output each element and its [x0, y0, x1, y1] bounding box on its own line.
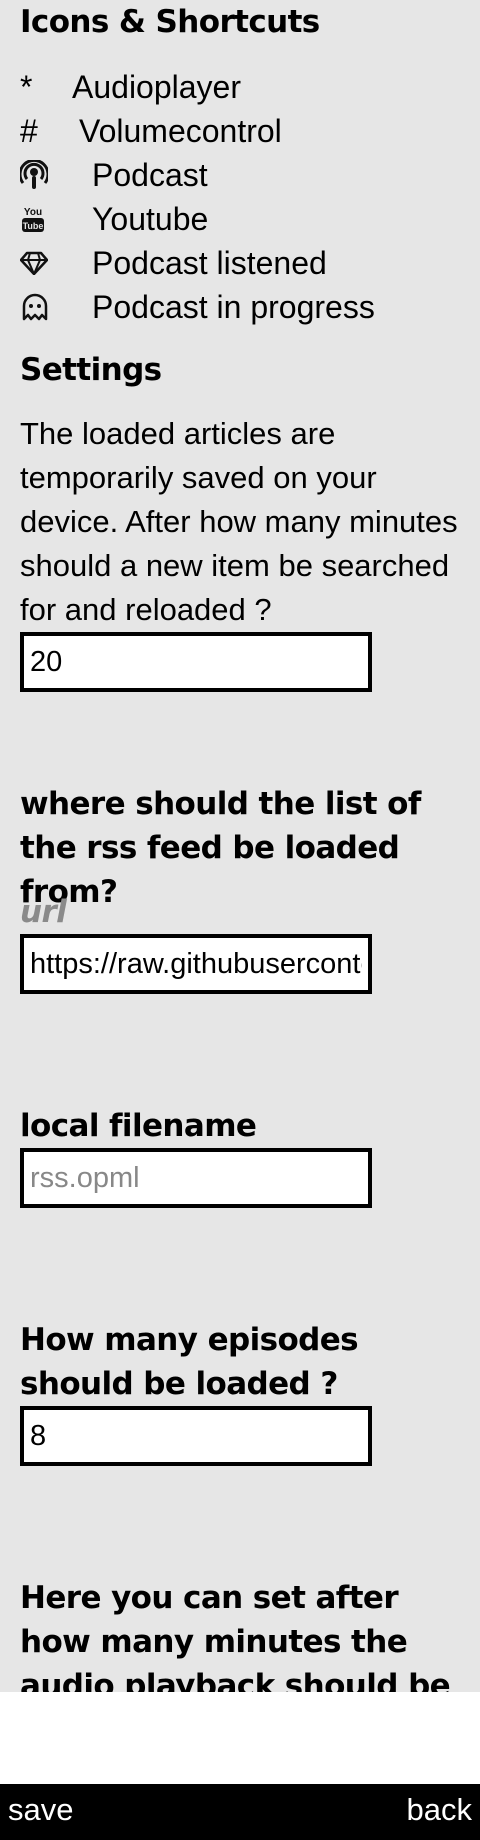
icons-section-title: Icons & Shortcuts — [20, 4, 320, 40]
save-button[interactable]: save — [8, 1792, 73, 1828]
shortcut-label: Audioplayer — [72, 68, 241, 105]
reload-description: The loaded articles are temporarily save… — [20, 416, 458, 627]
url-label: url — [20, 894, 67, 930]
asterisk-symbol: * — [20, 68, 33, 105]
settings-title: Settings — [20, 352, 162, 388]
rss-url-input[interactable] — [20, 934, 372, 994]
footer-bar: save back — [0, 1784, 480, 1840]
youtube-icon: You Tube — [20, 205, 92, 233]
rss-source-label: where should the list of the rss feed be… — [20, 786, 421, 910]
shortcut-label: Youtube — [92, 200, 209, 237]
shortcut-item-podcast-listened: Podcast listened — [20, 241, 460, 285]
sleep-timer-label: Here you can set after how many minutes … — [20, 1580, 451, 1692]
reload-minutes-input[interactable] — [20, 632, 372, 692]
shortcut-list: * Audioplayer # Volumecontrol Podcast Yo… — [20, 65, 460, 329]
svg-text:Tube: Tube — [23, 221, 44, 231]
shortcut-label: Volumecontrol — [79, 112, 282, 149]
episodes-count-input[interactable] — [20, 1406, 372, 1466]
shortcut-label: Podcast listened — [92, 244, 327, 281]
diamond-icon — [20, 251, 92, 275]
shortcut-item-podcast-in-progress: Podcast in progress — [20, 285, 460, 329]
hash-symbol: # — [20, 112, 38, 149]
shortcut-item-podcast: Podcast — [20, 153, 460, 197]
svg-text:You: You — [24, 207, 42, 218]
shortcut-label: Podcast in progress — [92, 288, 375, 325]
local-filename-input[interactable] — [20, 1148, 372, 1208]
local-filename-label: local filename — [20, 1108, 257, 1144]
settings-page: Icons & Shortcuts * Audioplayer # Volume… — [0, 0, 480, 1692]
podcast-icon — [20, 160, 92, 190]
shortcut-label: Podcast — [92, 156, 208, 193]
ghost-icon — [20, 293, 92, 321]
shortcut-item-volumecontrol: # Volumecontrol — [20, 109, 460, 153]
back-button[interactable]: back — [407, 1792, 472, 1828]
shortcut-item-youtube: You Tube Youtube — [20, 197, 460, 241]
shortcut-item-audioplayer: * Audioplayer — [20, 65, 460, 109]
episodes-label: How many episodes should be loaded ? — [20, 1322, 359, 1402]
